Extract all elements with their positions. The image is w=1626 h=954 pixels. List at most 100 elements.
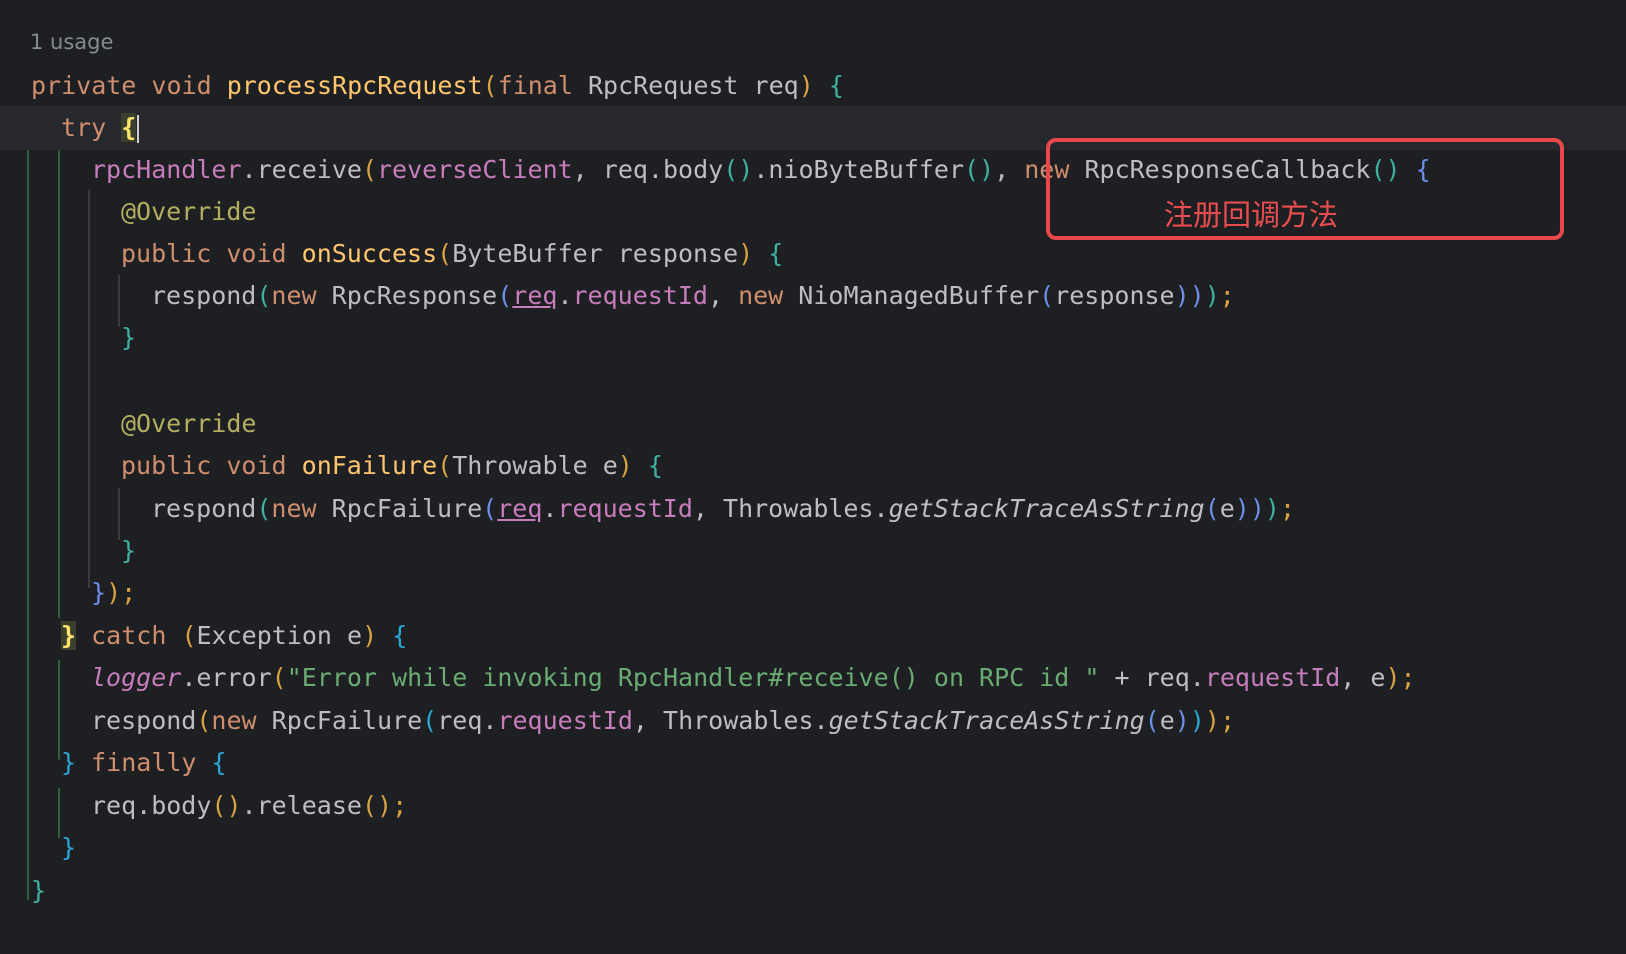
semicolon: ; (1219, 706, 1236, 735)
code-line[interactable]: respond(new RpcResponse(req.requestId, n… (0, 274, 1626, 318)
method-name: processRpcRequest (226, 71, 483, 100)
code-text: private void processRpcRequest(final Rpc… (31, 64, 844, 108)
paren: ) (1189, 706, 1205, 735)
paren: () (723, 155, 754, 184)
paren: ) (106, 578, 122, 607)
code-text: public void onFailure(Throwable e) { (121, 444, 663, 488)
paren: ( (422, 706, 438, 735)
variable: req (512, 281, 558, 310)
code-text: } (121, 316, 136, 360)
brace: { (392, 621, 408, 650)
separator: . (542, 494, 558, 523)
code-line[interactable]: respond(new RpcFailure(req.requestId, Th… (0, 487, 1626, 531)
keyword: new (738, 281, 784, 310)
code-text: } (121, 529, 136, 573)
field: reverseClient (377, 155, 573, 184)
text-caret (137, 115, 140, 143)
paren: () (211, 791, 242, 820)
code-line[interactable]: respond(new RpcFailure(req.requestId, Th… (0, 699, 1626, 743)
code-line[interactable]: @Override (0, 402, 1626, 446)
usages-hint[interactable]: 1 usage (30, 30, 113, 54)
code-line[interactable]: } (0, 826, 1626, 870)
code-line[interactable]: } finally { (0, 741, 1626, 785)
method-name: onSuccess (301, 239, 438, 268)
paren: ( (437, 239, 453, 268)
brace: { (211, 748, 227, 777)
separator: . (557, 281, 573, 310)
type-name: RpcFailure (331, 494, 483, 523)
field: rpcHandler (91, 155, 242, 184)
parameter: Exception e (196, 621, 363, 650)
type-name: RpcRequest (587, 71, 739, 100)
code-text: public void onSuccess(ByteBuffer respons… (121, 232, 783, 276)
code-line[interactable]: } (0, 869, 1626, 913)
brace: { (768, 239, 784, 268)
code-line[interactable]: public void onFailure(Throwable e) { (0, 444, 1626, 488)
code-text: try { (61, 106, 140, 150)
keyword: finally (91, 748, 197, 777)
brace: { (828, 71, 844, 100)
expression: req.body (602, 155, 724, 184)
method-call: .receive (241, 155, 362, 184)
code-text: @Override (121, 402, 256, 446)
type-name: RpcResponse (331, 281, 498, 310)
semicolon: ; (1279, 494, 1296, 523)
code-line[interactable]: } (0, 316, 1626, 360)
paren: ( (256, 281, 272, 310)
field: requestId (557, 494, 693, 523)
parameter: e (1219, 494, 1235, 523)
paren: ( (361, 155, 377, 184)
static-method: getStackTraceAsString (828, 706, 1145, 735)
keyword: new (271, 494, 317, 523)
brace-matched: } (61, 621, 77, 650)
paren: ( (271, 663, 287, 692)
paren: ( (437, 451, 453, 480)
annotation-label: 注册回调方法 (1164, 198, 1339, 232)
parameter: req (753, 71, 799, 100)
brace-matched: { (121, 113, 137, 142)
code-line[interactable]: } (0, 529, 1626, 573)
code-line[interactable]: private void processRpcRequest(final Rpc… (0, 64, 1626, 108)
paren: ( (181, 621, 197, 650)
code-text: } catch (Exception e) { (61, 614, 407, 658)
keyword: new (211, 706, 257, 735)
paren: () (964, 155, 995, 184)
paren: ( (482, 494, 498, 523)
paren: () (361, 791, 393, 820)
paren: ) (362, 621, 378, 650)
code-line[interactable]: logger.error("Error while invoking RpcHa… (0, 656, 1626, 700)
semicolon: ; (392, 791, 408, 820)
code-editor[interactable]: 1 usage private void processRpcRequest(f… (0, 0, 1626, 954)
code-line[interactable]: }); (0, 571, 1626, 615)
code-text: }); (91, 571, 136, 615)
expression: + req. (1099, 663, 1205, 692)
code-line[interactable]: } catch (Exception e) { (0, 614, 1626, 658)
method-call: respond (91, 706, 197, 735)
separator: , (632, 706, 664, 735)
keyword: public (121, 451, 212, 480)
paren: ( (196, 706, 212, 735)
variable: req. (437, 706, 498, 735)
code-text: respond(new RpcFailure(req.requestId, Th… (91, 699, 1235, 743)
code-text: respond(new RpcResponse(req.requestId, n… (151, 274, 1235, 318)
string-literal: "Error while invoking RpcHandler#receive… (286, 663, 1100, 692)
keyword: private (31, 71, 137, 100)
brace: } (31, 876, 47, 905)
parameter: response (1054, 281, 1175, 310)
paren: ( (1204, 494, 1220, 523)
class-name: Throwables. (663, 706, 829, 735)
field: requestId (1204, 663, 1341, 692)
type-name: NioManagedBuffer (798, 281, 1040, 310)
brace: } (121, 323, 137, 352)
expression: , e (1340, 663, 1386, 692)
semicolon: ; (121, 578, 137, 607)
paren: ( (1144, 706, 1160, 735)
brace: } (61, 748, 77, 777)
annotation-override: @Override (121, 409, 257, 438)
code-text: } (61, 826, 76, 870)
method-name: onFailure (301, 451, 438, 480)
method-call: .nioByteBuffer (753, 155, 965, 184)
annotation-override: @Override (121, 197, 257, 226)
code-line[interactable]: req.body().release(); (0, 784, 1626, 828)
parameter: Throwable e (452, 451, 618, 480)
